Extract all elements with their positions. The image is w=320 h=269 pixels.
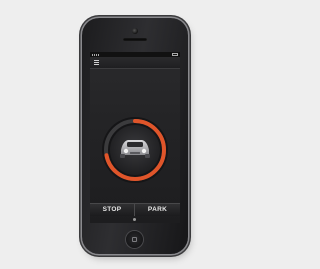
park-button[interactable]: PARK <box>135 204 180 216</box>
background: STOP PARK <box>0 0 267 269</box>
action-button-bar: STOP PARK <box>90 203 180 216</box>
screen-title <box>110 57 160 68</box>
home-button[interactable] <box>126 231 143 248</box>
app-screen: STOP PARK <box>90 52 180 223</box>
front-camera <box>132 28 138 34</box>
vehicle-status-sublabel <box>115 175 155 180</box>
home-button-icon <box>132 237 137 242</box>
brand-mark-icon <box>133 217 136 221</box>
earpiece-speaker <box>123 38 147 41</box>
vehicle-status-dial[interactable] <box>90 68 180 198</box>
brand-logo <box>120 216 150 222</box>
phone-device: STOP PARK <box>82 18 188 254</box>
menu-icon[interactable] <box>94 60 99 65</box>
battery-icon <box>172 53 178 56</box>
stop-button[interactable]: STOP <box>90 204 135 216</box>
